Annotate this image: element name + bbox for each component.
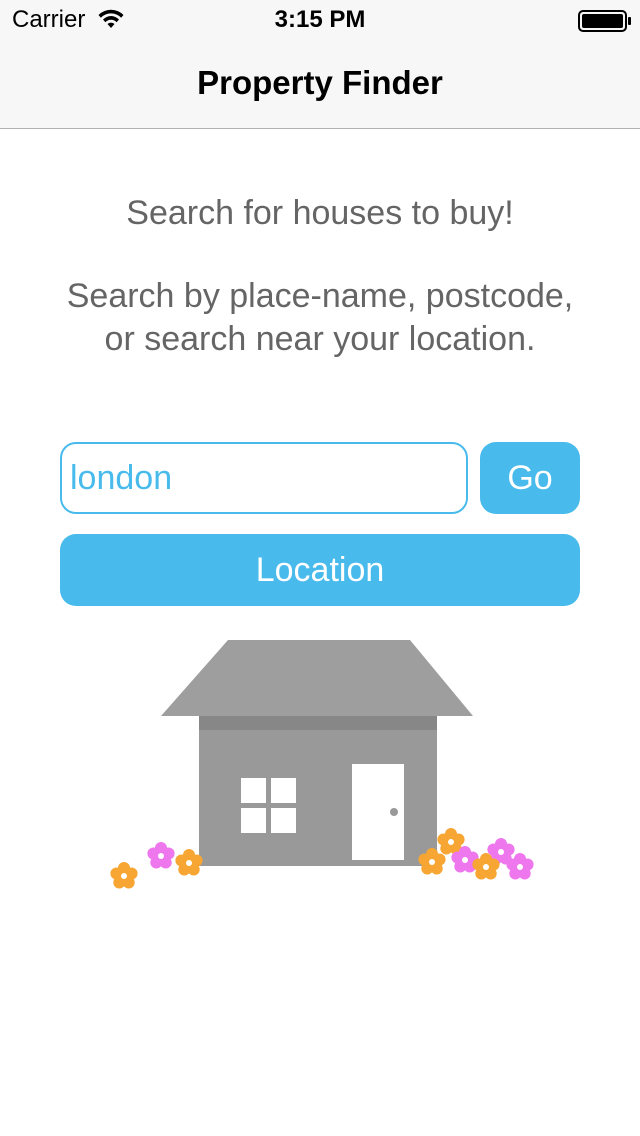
door-knob <box>390 808 398 816</box>
instructions-text: Search by place-name, postcode, or searc… <box>66 277 574 358</box>
status-time: 3:15 PM <box>274 6 366 33</box>
house-illustration <box>110 640 534 889</box>
go-button[interactable]: Go <box>480 442 580 514</box>
house-roof <box>161 640 473 716</box>
location-button[interactable]: Location <box>60 534 580 606</box>
status-bar: Carrier 3:15 PM <box>0 0 640 40</box>
house-eave-shadow <box>199 716 437 730</box>
battery-icon <box>578 10 631 32</box>
navigation-bar: Property Finder <box>0 40 640 129</box>
page-heading: Search for houses to buy! <box>126 194 514 232</box>
nav-title: Property Finder <box>197 64 443 101</box>
search-input[interactable] <box>60 442 468 514</box>
